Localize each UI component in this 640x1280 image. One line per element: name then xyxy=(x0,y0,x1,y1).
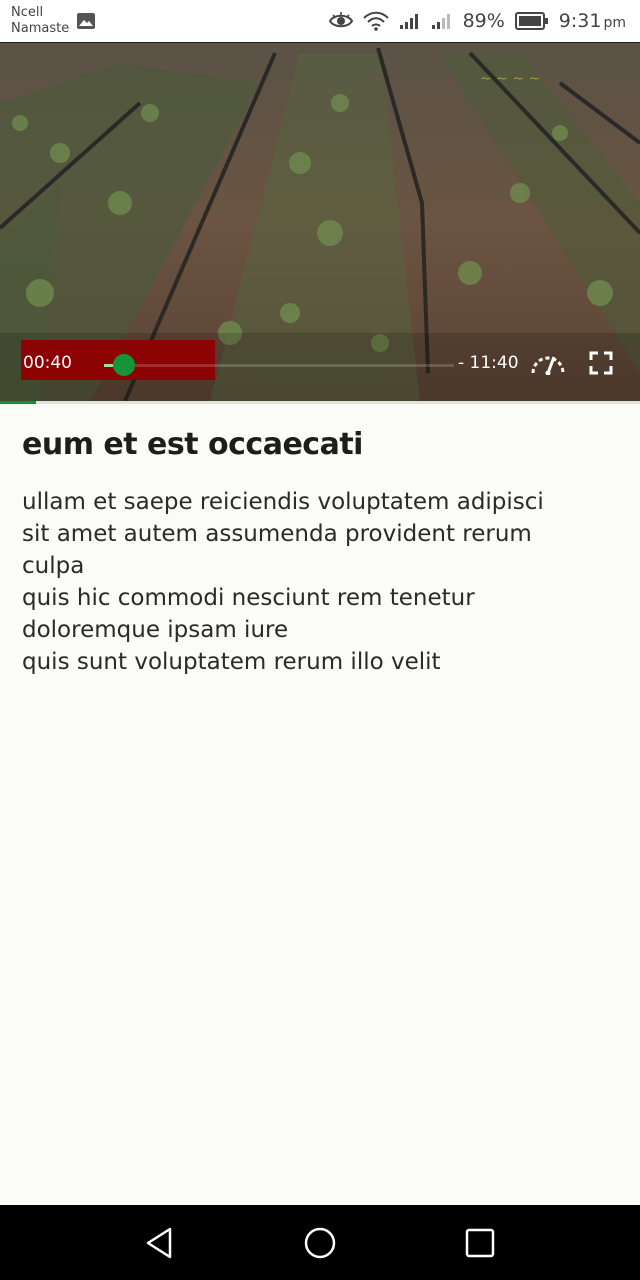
carrier-line-2: Namaste xyxy=(11,21,70,36)
clock-time: 9:31 xyxy=(558,10,602,32)
eye-icon xyxy=(328,12,353,28)
signal-icon xyxy=(399,14,418,29)
screen: Ncell Namaste 89% 9:31 pm ~ ~ ~ ~ 00:40 … xyxy=(0,0,640,1280)
carrier-name: Ncell Namaste xyxy=(11,5,69,37)
description-line: quis hic commodi nesciunt rem tenetur xyxy=(22,585,475,611)
navigation-bar xyxy=(0,1205,640,1280)
seek-bar[interactable] xyxy=(104,364,454,367)
clock: 9:31 pm xyxy=(559,10,626,32)
carrier-line-1: Ncell xyxy=(11,5,44,20)
description-line: culpa xyxy=(22,553,85,579)
video-title: eum et est occaecati xyxy=(22,427,363,462)
home-icon[interactable] xyxy=(302,1225,338,1261)
video-player[interactable]: ~ ~ ~ ~ 00:40 - 11:40 xyxy=(0,43,640,401)
video-progress-bar xyxy=(0,401,640,404)
description-line: ullam et saepe reiciendis voluptatem adi… xyxy=(22,489,544,515)
seek-thumb[interactable] xyxy=(113,354,135,376)
description-line: quis sunt voluptatem rerum illo velit xyxy=(22,649,441,675)
playback-speed-icon[interactable] xyxy=(530,351,566,375)
status-icons: 89% 9:31 pm xyxy=(328,8,626,34)
clock-ampm: pm xyxy=(603,15,626,31)
back-icon[interactable] xyxy=(142,1225,178,1261)
video-progress-fill xyxy=(0,401,36,404)
fullscreen-icon[interactable] xyxy=(589,351,613,375)
remaining-time: - 11:40 xyxy=(458,353,519,373)
status-bar: Ncell Namaste 89% 9:31 pm xyxy=(0,0,640,43)
battery-icon xyxy=(514,12,548,30)
current-time: 00:40 xyxy=(23,353,72,373)
video-description: ullam et saepe reiciendis voluptatem adi… xyxy=(22,486,622,678)
svg-text:~ ~ ~ ~: ~ ~ ~ ~ xyxy=(480,71,540,87)
gallery-icon xyxy=(77,13,95,29)
recents-icon[interactable] xyxy=(462,1225,498,1261)
battery-percent: 89% xyxy=(462,10,505,32)
video-details: eum et est occaecati ullam et saepe reic… xyxy=(22,424,622,678)
description-line: doloremque ipsam iure xyxy=(22,617,289,643)
wifi-icon xyxy=(362,11,389,31)
description-line: sit amet autem assumenda provident rerum xyxy=(22,521,532,547)
signal-icon xyxy=(431,14,450,29)
